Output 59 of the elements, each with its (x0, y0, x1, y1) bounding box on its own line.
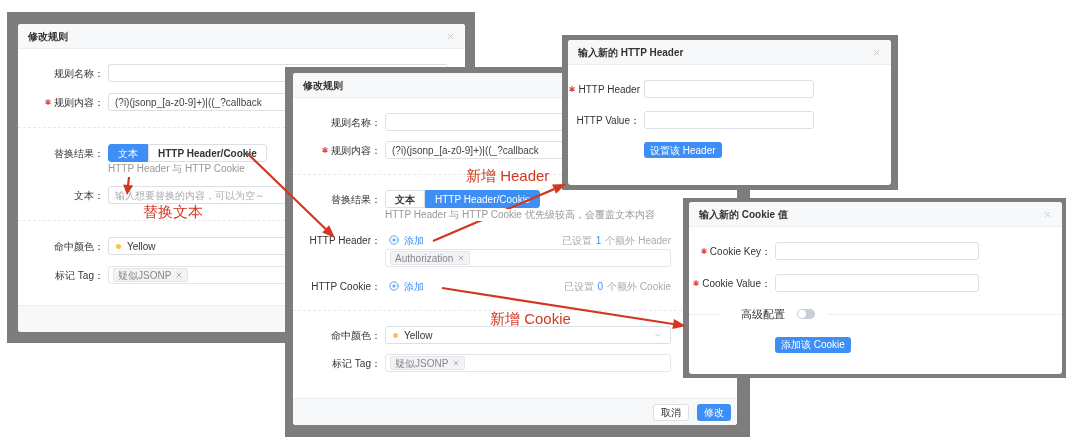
field-label: 规则内容： (331, 143, 381, 158)
field-label: HTTP Header (578, 82, 640, 97)
tag-field[interactable]: 疑似JSONP (385, 354, 671, 372)
remove-icon[interactable] (175, 271, 184, 279)
color-select[interactable]: Yellow (385, 326, 671, 344)
annotation-label: 替换文本 (143, 204, 203, 219)
field-label: 命中颜色： (331, 328, 381, 343)
field-label: 标记 Tag： (55, 268, 104, 283)
add-icon (389, 281, 399, 291)
field-label: HTTP Value： (576, 113, 640, 128)
field-label: 替换结果： (54, 146, 104, 161)
section-label: 高级配置 (741, 307, 785, 322)
hint-text: HTTP Header 与 HTTP Cookie (108, 163, 245, 175)
field-label: Cookie Key： (709, 244, 771, 259)
tag-field[interactable]: Authorization (385, 249, 671, 267)
add-icon (389, 235, 399, 245)
remove-icon[interactable] (457, 254, 466, 262)
dialog-title: 修改规则 (303, 78, 343, 93)
segment-tab[interactable]: 文本 (108, 144, 148, 162)
segment-tab[interactable]: HTTP Header/Cookie (148, 144, 267, 162)
field-label: 文本： (74, 188, 104, 203)
count-value: 1 (595, 233, 602, 248)
tag-chip: 疑似JSONP (113, 268, 189, 282)
field-label: 命中颜色： (54, 239, 104, 254)
annotation-label: 新增 Cookie (490, 311, 571, 326)
text-field[interactable] (644, 111, 814, 129)
cancel-button[interactable]: 取消 (653, 403, 689, 421)
field-label: 替换结果： (331, 192, 381, 207)
count-label: 已设置 (563, 279, 594, 294)
field-label: 规则内容： (54, 95, 104, 110)
segment-tab[interactable]: 文本 (385, 190, 425, 208)
field-label: 标记 Tag： (332, 356, 381, 371)
submit-button[interactable]: 添加该 Cookie (775, 336, 851, 353)
text-field[interactable] (775, 242, 979, 260)
annotation-label: 新增 Header (466, 168, 550, 183)
tag-chip: 疑似JSONP (390, 356, 466, 370)
toggle-switch[interactable] (797, 309, 815, 320)
hint-text: HTTP Header 与 HTTP Cookie 优先级较高，会覆盖文本内容 (385, 209, 657, 221)
text-field[interactable] (644, 80, 814, 98)
close-icon[interactable] (1043, 209, 1052, 219)
confirm-button[interactable]: 修改 (697, 403, 731, 421)
submit-button[interactable]: 设置该 Header (644, 142, 722, 158)
field-label: 规则名称： (331, 115, 381, 130)
chevron-icon (653, 330, 663, 340)
count-label: 个额外 Header (605, 233, 671, 248)
count-value: 0 (597, 279, 604, 294)
count-label: 个额外 Cookie (607, 279, 671, 294)
dialog-title: 输入新的 HTTP Header (578, 45, 684, 60)
dialog-title: 修改规则 (28, 29, 68, 44)
remove-icon[interactable] (452, 359, 461, 367)
field-label: Cookie Value： (702, 276, 771, 291)
close-icon[interactable] (446, 31, 455, 41)
tag-chip: Authorization (390, 251, 471, 265)
segment-tab[interactable]: HTTP Header/Cookie (425, 190, 541, 208)
close-icon[interactable] (872, 47, 881, 57)
dialog-title: 输入新的 Cookie 值 (699, 207, 788, 222)
count-label: 已设置 (561, 233, 592, 248)
field-label: 规则名称： (54, 66, 104, 81)
text-field[interactable] (775, 274, 979, 292)
